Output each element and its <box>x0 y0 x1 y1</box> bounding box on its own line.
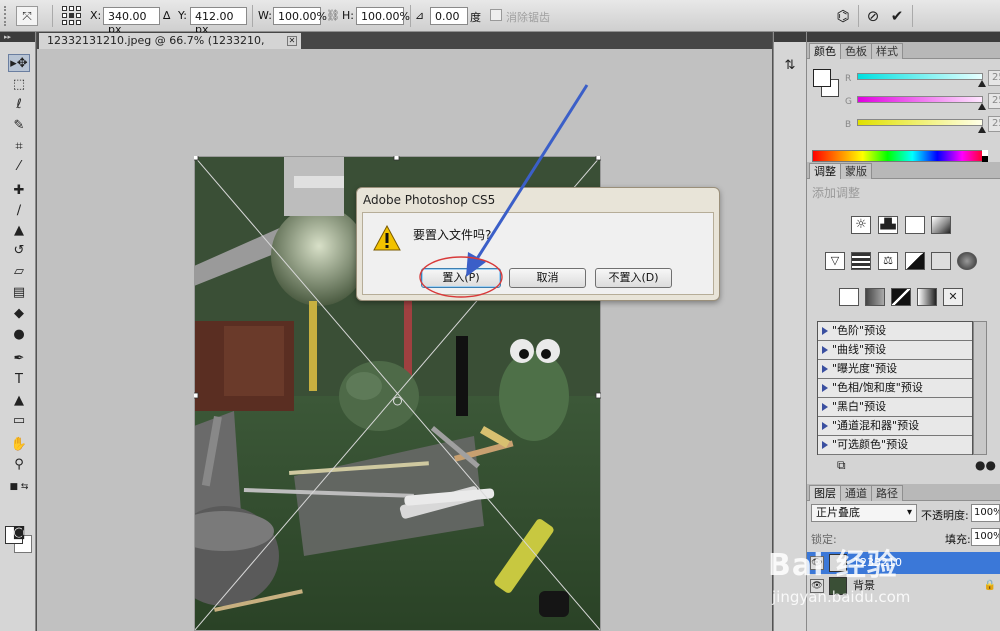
red-value-field[interactable]: 255 <box>988 70 1000 86</box>
invert-icon[interactable] <box>839 288 859 306</box>
visibility-eye-icon[interactable]: 👁 <box>810 556 824 570</box>
green-channel-row: G 255 <box>845 93 1000 113</box>
color-balance-icon[interactable]: ⚖ <box>878 252 898 270</box>
right-panels: 颜色 色板 样式 R 255 G 255 B 25 <box>807 32 1000 631</box>
black-white-icon[interactable] <box>905 252 925 270</box>
adjustments-footer: ⧉ ●● <box>807 458 1000 476</box>
adjustments-panel-tabs: 调整 蒙版 <box>807 162 1000 179</box>
threshold-icon[interactable] <box>891 288 911 306</box>
slider-thumb-icon[interactable] <box>978 103 986 110</box>
layer-thumbnail <box>829 554 847 572</box>
channel-label: G <box>845 97 852 107</box>
blue-value-field[interactable]: 255 <box>988 116 1000 132</box>
posterize-icon[interactable] <box>865 288 885 306</box>
adjustment-presets-list: "色阶"预设 "曲线"预设 "曝光度"预设 "色相/饱和度"预设 "黑白"预设 … <box>817 321 973 455</box>
hue-saturation-icon[interactable] <box>851 252 871 270</box>
blue-slider[interactable] <box>857 119 983 126</box>
layers-panel-tabs: 图层 通道 路径 <box>807 484 1000 501</box>
highlight-circle <box>419 256 503 298</box>
channel-mixer-icon[interactable] <box>957 252 977 270</box>
presets-scrollbar[interactable] <box>973 321 987 455</box>
layer-thumbnail <box>829 577 847 595</box>
blue-channel-row: B 255 <box>845 116 1000 136</box>
opacity-label: 不透明度: <box>921 509 969 522</box>
tab-color[interactable]: 颜色 <box>809 43 841 59</box>
tab-paths[interactable]: 路径 <box>871 485 903 501</box>
adjustment-icon-row: ▽ ⚖ <box>807 252 1000 274</box>
color-panel: 颜色 色板 样式 R 255 G 255 B 25 <box>807 42 1000 162</box>
layer-name: 1233210 <box>853 556 902 569</box>
clip-to-layer-icon[interactable]: ⧉ <box>837 458 846 473</box>
vibrance-icon[interactable]: ▽ <box>825 252 845 270</box>
strip-header[interactable] <box>774 32 806 42</box>
levels-icon[interactable]: ▟▙ <box>878 216 898 234</box>
fill-field[interactable]: 100% <box>971 528 1000 546</box>
layers-panel: 图层 通道 路径 正片叠底 不透明度: 100% 锁定: 填充: 100% 👁 … <box>807 484 1000 631</box>
gradient-map-icon[interactable] <box>917 288 937 306</box>
red-slider[interactable] <box>857 73 983 80</box>
tab-swatches[interactable]: 色板 <box>840 43 872 59</box>
adjustments-panel: 调整 蒙版 添加调整 ☼ ▟▙ ▽ ⚖ ✕ "色阶"预设 "曲线"预设 "曝光度… <box>807 162 1000 484</box>
collapsed-panel-strip: ⇅ <box>773 32 807 631</box>
list-item[interactable]: "可选颜色"预设 <box>818 436 972 455</box>
adjustment-icon-row: ✕ <box>807 288 1000 310</box>
channel-label: R <box>845 74 852 84</box>
adjustments-subtitle: 添加调整 <box>812 186 861 200</box>
selective-color-icon[interactable]: ✕ <box>943 288 963 306</box>
slider-thumb-icon[interactable] <box>978 126 986 133</box>
history-panel-icon[interactable]: ⇅ <box>780 56 800 76</box>
brightness-contrast-icon[interactable]: ☼ <box>851 216 871 234</box>
list-item[interactable]: "黑白"预设 <box>818 398 972 417</box>
slider-thumb-icon[interactable] <box>978 80 986 87</box>
curves-icon[interactable] <box>905 216 925 234</box>
blend-mode-select[interactable]: 正片叠底 <box>811 504 917 522</box>
tab-layers[interactable]: 图层 <box>809 485 841 501</box>
visibility-eye-icon[interactable]: 👁 <box>810 579 824 593</box>
lock-label: 锁定: <box>811 533 837 546</box>
view-previous-icon[interactable]: ●● <box>975 458 996 472</box>
tab-masks[interactable]: 蒙版 <box>840 163 872 179</box>
list-item[interactable]: "曝光度"预设 <box>818 360 972 379</box>
color-spectrum-bar[interactable] <box>812 150 988 162</box>
photo-filter-icon[interactable] <box>931 252 951 270</box>
green-value-field[interactable]: 255 <box>988 93 1000 109</box>
tab-channels[interactable]: 通道 <box>840 485 872 501</box>
opacity-field[interactable]: 100% <box>971 504 1000 522</box>
foreground-color-swatch[interactable] <box>813 69 831 87</box>
red-channel-row: R 255 <box>845 70 1000 90</box>
panels-header[interactable] <box>807 32 1000 42</box>
layer-row[interactable]: 👁 背景 🔒 <box>807 575 1000 597</box>
arrow-head-icon <box>466 252 486 277</box>
layer-row[interactable]: 👁 1233210 <box>807 552 1000 574</box>
green-slider[interactable] <box>857 96 983 103</box>
layer-name: 背景 <box>853 579 875 592</box>
tab-adjustments[interactable]: 调整 <box>809 163 841 179</box>
fill-label: 填充: <box>945 533 971 546</box>
lock-icon: 🔒 <box>983 580 996 591</box>
black-white-swatch[interactable] <box>982 150 988 162</box>
list-item[interactable]: "色相/饱和度"预设 <box>818 379 972 398</box>
color-panel-tabs: 颜色 色板 样式 <box>807 42 1000 59</box>
list-item[interactable]: "色阶"预设 <box>818 322 972 341</box>
adjustment-icon-row: ☼ ▟▙ <box>807 216 1000 238</box>
exposure-icon[interactable] <box>931 216 951 234</box>
list-item[interactable]: "通道混和器"预设 <box>818 417 972 436</box>
tab-styles[interactable]: 样式 <box>871 43 903 59</box>
channel-label: B <box>845 120 852 130</box>
photoshop-window: ⤧ X: 340.00 px ∆ Y: 412.00 px W: 100.00%… <box>0 0 1000 631</box>
list-item[interactable]: "曲线"预设 <box>818 341 972 360</box>
